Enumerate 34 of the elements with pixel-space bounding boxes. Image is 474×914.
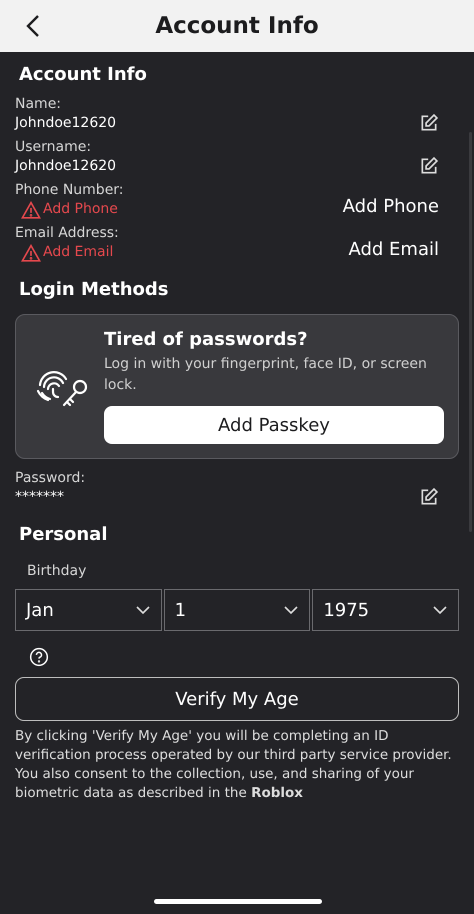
field-value: ******* [15,488,64,507]
disclaimer-text: By clicking 'Verify My Age' you will be completing an ID verification process operated by our third party service provider. You also consent to the collection, use, and sharing of your biometric data as described in the Roblox [15,727,453,803]
field-label: Password: [15,469,86,488]
warning-text: Add Email [43,243,114,262]
card-title: Tired of passwords? [104,329,309,350]
edit-icon[interactable] [419,113,439,133]
add-passkey-button[interactable]: Add Passkey [104,406,444,444]
section-heading: Account Info [19,64,147,85]
field-label: Username: [15,138,92,157]
field-value: Johndoe12620 [15,157,116,176]
field-value: Johndoe12620 [15,114,116,133]
birthday-label: Birthday [27,563,86,579]
add-link[interactable]: Add Phone [342,196,439,217]
chevron-down-icon [432,605,448,615]
field-label: Phone Number: [15,181,124,200]
section-heading: Personal [19,524,108,545]
chevron-down-icon [134,605,151,615]
birthday-dropdown[interactable]: Jan [15,589,162,631]
field-label: Name: [15,95,62,114]
field-label: Email Address: [15,224,119,243]
warning-icon [21,244,41,262]
birthday-dropdown[interactable]: 1 [164,589,310,631]
warning-text: Add Phone [43,200,118,219]
edit-icon[interactable] [419,487,439,507]
page-title: Account Info [155,13,319,39]
edit-icon[interactable] [419,156,439,176]
card-text: Log in with your fingerprint, face ID, or screen lock. [104,355,428,395]
add-link[interactable]: Add Email [348,239,439,260]
warning-icon [21,200,41,218]
verify-age-button[interactable]: Verify My Age [15,677,459,721]
birthday-dropdown[interactable]: 1975 [312,589,459,631]
help-icon[interactable] [29,647,49,667]
chevron-down-icon [283,605,300,615]
section-heading: Login Methods [19,279,168,300]
